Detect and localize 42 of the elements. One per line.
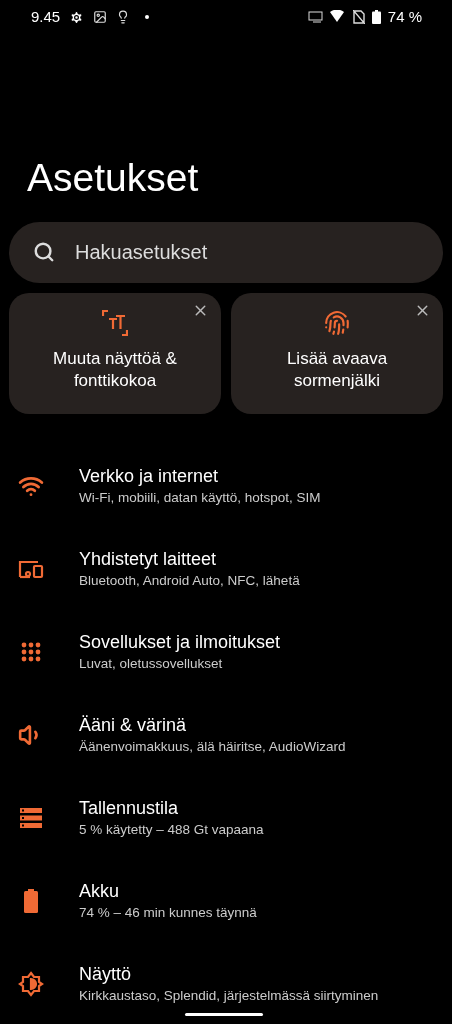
settings-item[interactable]: Yhdistetyt laitteet Bluetooth, Android Auto, NFC, lähetä (0, 527, 452, 610)
settings-item[interactable]: Sovellukset ja ilmoitukset Luvat, oletussovellukset (0, 610, 452, 693)
fingerprint-icon (324, 310, 350, 336)
settings-item[interactable]: Akku 74 % – 46 min kunnes täynnä (0, 859, 452, 942)
signal-icon (329, 10, 346, 24)
item-title: Ääni & värinä (79, 713, 188, 737)
item-title: Akku (79, 879, 121, 903)
settings-item[interactable]: Ääni & värinä Äänenvoimakkuus, älä häiritse, AudioWizard (0, 693, 452, 776)
item-title: Verkko ja internet (79, 464, 220, 488)
suggestion-card[interactable]: Muuta näyttöä & fonttikokoa (9, 293, 221, 414)
card-label: Muuta näyttöä & fonttikokoa (52, 348, 178, 392)
suggestion-card[interactable]: Lisää avaava sormenjälki (231, 293, 443, 414)
gear-icon (69, 9, 85, 25)
storage-icon (19, 807, 42, 828)
item-subtitle: 5 % käytetty – 488 Gt vapaana (79, 820, 264, 839)
status-time: 9.45 (31, 6, 61, 27)
search-icon (33, 241, 55, 263)
item-subtitle: Bluetooth, Android Auto, NFC, lähetä (79, 571, 300, 590)
settings-item[interactable]: Näyttö Kirkkaustaso, Splendid, järjestelmässä siirtyminen (0, 942, 452, 1024)
settings-item[interactable]: Verkko ja internet Wi-Fi, mobiili, datan käyttö, hotspot, SIM (0, 444, 452, 527)
apps-grid-icon (20, 641, 41, 662)
brightness-icon (17, 970, 44, 997)
item-subtitle: Luvat, oletussovellukset (79, 654, 224, 673)
auto-mode-icon (307, 10, 323, 24)
item-subtitle: Kirkkaustaso, Splendid, järjestelmässä siirtyminen (79, 986, 379, 1005)
item-subtitle: 74 % – 46 min kunnes täynnä (79, 903, 257, 922)
item-subtitle: Äänenvoimakkuus, älä häiritse, AudioWizard (79, 737, 346, 756)
item-subtitle: Wi-Fi, mobiili, datan käyttö, hotspot, SIM (79, 488, 321, 507)
battery-status-icon (371, 10, 381, 24)
no-sim-icon (352, 10, 365, 24)
item-title: Näyttö (79, 962, 133, 986)
item-title: Yhdistetyt laitteet (79, 547, 218, 571)
text-size-icon (102, 310, 128, 336)
page-title: Asetukset (27, 158, 200, 197)
search-field[interactable]: Hakuasetukset (9, 222, 443, 283)
settings-item[interactable]: Tallennustila 5 % käytetty – 488 Gt vapaana (0, 776, 452, 859)
card-label: Lisää avaava sormenjälki (285, 348, 389, 392)
image-icon (93, 10, 108, 24)
battery-percent: 74 % (387, 6, 422, 27)
item-title: Sovellukset ja ilmoitukset (79, 630, 281, 654)
battery-icon (23, 888, 38, 913)
item-title: Tallennustila (79, 796, 180, 820)
